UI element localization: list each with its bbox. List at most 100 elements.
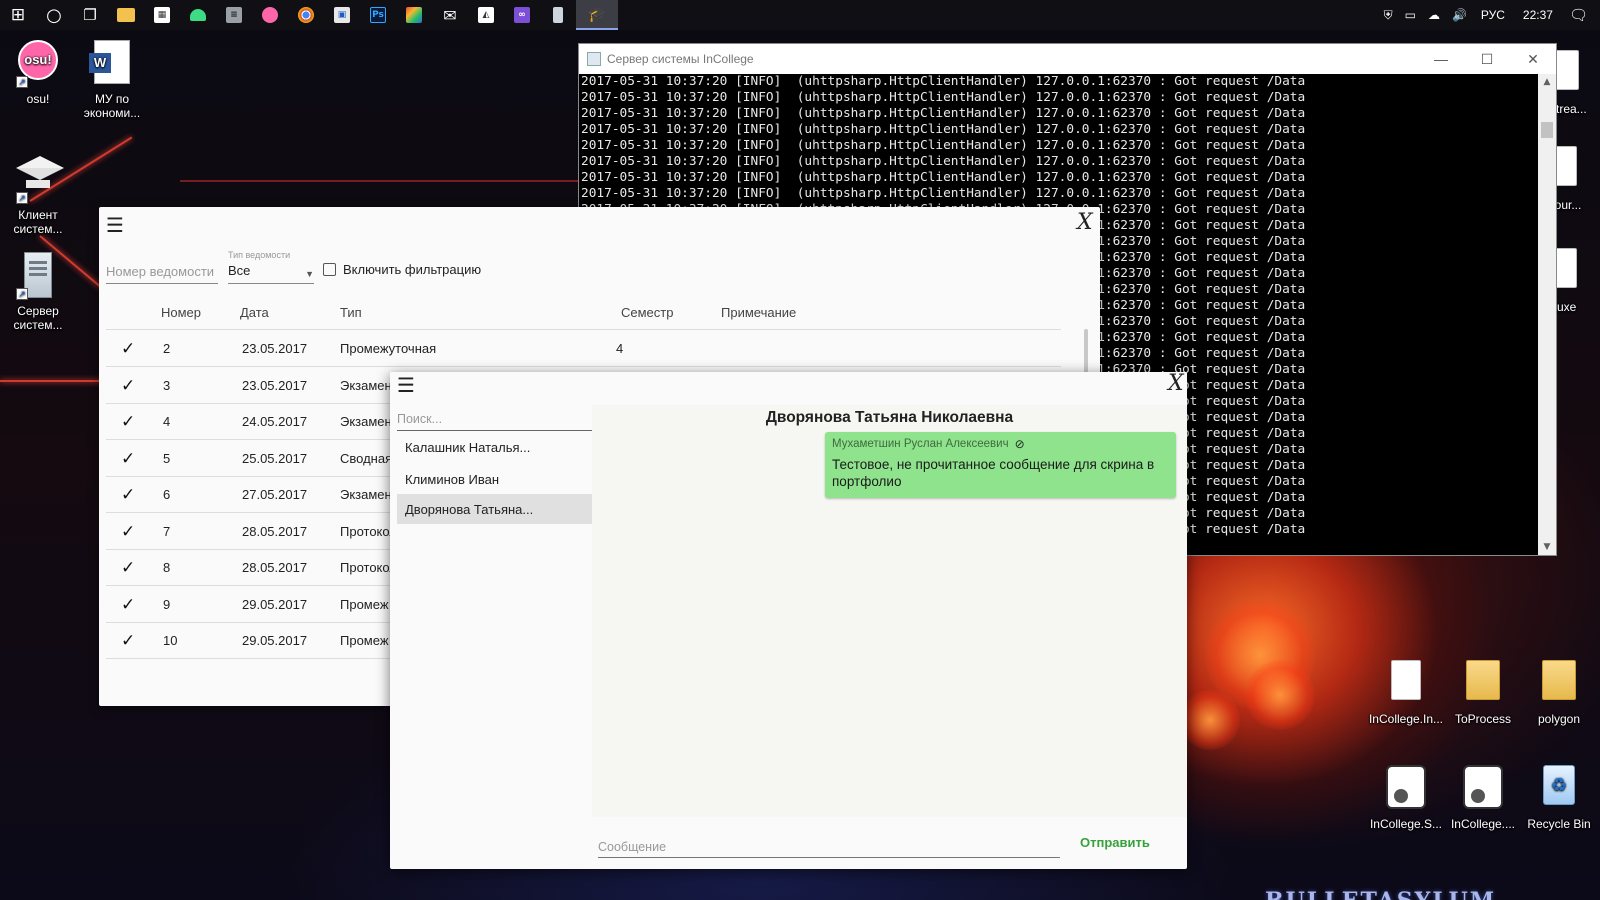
desktop-icon-incollege-server[interactable]: ↗ Сервер систем... (0, 252, 76, 332)
server-icon[interactable] (540, 0, 576, 30)
cortana-button[interactable]: ○ (36, 0, 72, 30)
statement-type-select[interactable]: Все ▼ (228, 263, 314, 284)
log-line-tail: Got request /Data (1174, 474, 1306, 489)
console-scrollbar[interactable]: ▲ ▼ (1538, 74, 1556, 555)
cell-semester: 4 (616, 341, 624, 356)
check-icon: ✓ (121, 594, 136, 615)
android-icon[interactable] (180, 0, 216, 30)
cell-type: Протокол (340, 523, 397, 539)
menu-icon[interactable]: ☰ (397, 373, 415, 397)
contact-item[interactable]: Калашник Наталья... (397, 432, 592, 462)
checkbox-box[interactable] (323, 263, 336, 276)
cell-type: Промеж (340, 596, 389, 612)
statement-number-input[interactable]: Номер ведомости (106, 258, 218, 284)
log-line: 2017-05-31 10:37:20 [INFO] (uhttpsharp.H… (581, 90, 1306, 105)
message-bubble[interactable]: Мухаметшин Руслан Алексеевич ⊘ Тестовое,… (825, 432, 1176, 498)
statement-type-value: Все (228, 263, 251, 278)
close-icon[interactable]: X (1168, 372, 1184, 396)
messages-window: ☰ X Поиск... Калашник Наталья... Климино… (390, 372, 1187, 869)
desktop-icon-incollege-server-app[interactable]: InCollege.S... (1368, 765, 1444, 831)
desktop-icon-incollege-in[interactable]: InCollege.In... (1368, 660, 1444, 726)
mail-icon[interactable]: ✉ (432, 0, 468, 30)
statements-scrollbar[interactable] (1084, 329, 1088, 373)
column-header-date[interactable]: Дата (240, 305, 269, 320)
scroll-down-icon[interactable]: ▼ (1538, 539, 1556, 555)
cell-type: Экзамен (340, 414, 392, 429)
console-app-icon (587, 52, 601, 66)
column-header-semester[interactable]: Семестр (621, 305, 673, 320)
desktop-icon-recycle-bin[interactable]: ♻ Recycle Bin (1521, 765, 1597, 831)
bg-decor-line (180, 180, 580, 182)
taskbar: ⊞ ○ ❐ ▦ ≡ ▣ Ps ✉ ◭ ∞ 🎓 ⛨ ▭ ☁ 🔊 РУС 22:37… (0, 0, 1600, 30)
visual-studio-icon[interactable]: ∞ (504, 0, 540, 30)
app-icon[interactable]: ▣ (324, 0, 360, 30)
cell-type: Промежуточная (340, 341, 437, 356)
notifications-icon[interactable]: 🗨 (1563, 6, 1600, 24)
desktop-icon-osu[interactable]: osu! ↗ osu! (0, 40, 76, 106)
bg-decor-glow (1245, 660, 1315, 730)
chat-pane: Дворянова Татьяна Николаевна Мухаметшин … (592, 405, 1187, 817)
database-icon[interactable]: ≡ (216, 0, 252, 30)
enable-filter-checkbox[interactable]: Включить фильтрацию (323, 262, 481, 277)
contacts-search-input[interactable]: Поиск... (397, 408, 592, 431)
cloud-icon[interactable]: ☁ (1422, 8, 1446, 22)
scroll-thumb[interactable] (1541, 122, 1553, 138)
bg-logo-text: BULLETASYLUM (1265, 888, 1496, 900)
shield-icon[interactable]: ⛨ (1378, 8, 1399, 23)
eye-off-icon: ⊘ (1014, 437, 1025, 451)
log-line-tail: Got request /Data (1174, 490, 1306, 505)
store-icon[interactable]: ▦ (144, 0, 180, 30)
desktop-icon-polygon[interactable]: polygon (1521, 660, 1597, 726)
photoshop-icon[interactable]: Ps (360, 0, 396, 30)
volume-icon[interactable]: 🔊 (1446, 8, 1473, 22)
close-button[interactable]: ✕ (1510, 44, 1556, 74)
close-icon[interactable]: X (1077, 210, 1093, 235)
incollege-client-icon[interactable]: 🎓 (576, 0, 618, 30)
check-icon: ✓ (121, 485, 136, 505)
cell-number: 5 (163, 450, 171, 466)
scroll-up-icon[interactable]: ▲ (1538, 74, 1556, 90)
graduation-cap-icon: ↗ (16, 156, 64, 204)
desktop-icon-incollege-client[interactable]: ↗ Клиент систем... (0, 148, 76, 236)
log-line-tail: Got request /Data (1174, 458, 1306, 473)
photos-icon[interactable]: ◭ (468, 0, 504, 30)
contact-item-selected[interactable]: Дворянова Татьяна... (397, 494, 592, 524)
language-indicator[interactable]: РУС (1473, 8, 1513, 22)
console-titlebar[interactable]: Сервер системы InCollege — ☐ ✕ (579, 44, 1556, 74)
maximize-button[interactable]: ☐ (1464, 44, 1510, 74)
cell-type: Экзамен (340, 487, 392, 502)
osu-icon: osu! ↗ (16, 40, 60, 88)
task-view-button[interactable]: ❐ (72, 0, 108, 30)
desktop-icon-toprocess[interactable]: ToProcess (1445, 660, 1521, 726)
osu-icon[interactable] (252, 0, 288, 30)
message-input[interactable]: Сообщение (598, 837, 1060, 858)
table-row[interactable]: ✓ 2 23.05.2017 Промежуточная 4 (106, 330, 1061, 367)
desktop-icon-incollege-app[interactable]: InCollege.... (1445, 765, 1521, 831)
file-explorer-icon[interactable] (108, 0, 144, 30)
desktop-icon-label: polygon (1537, 712, 1581, 726)
column-header-note[interactable]: Примечание (721, 305, 796, 320)
folder-icon (1461, 660, 1505, 708)
column-header-number[interactable]: Номер (161, 305, 201, 320)
clock[interactable]: 22:37 (1513, 8, 1563, 22)
network-icon[interactable]: ▭ (1399, 8, 1422, 22)
contact-item[interactable]: Климинов Иван (397, 464, 592, 494)
minimize-button[interactable]: — (1418, 44, 1464, 74)
app-icon (1461, 765, 1505, 813)
check-icon: ✓ (121, 375, 136, 396)
message-author: Мухаметшин Руслан Алексеевич ⊘ (832, 437, 1169, 451)
cell-type: Экзамен (340, 377, 392, 393)
paint-icon[interactable] (396, 0, 432, 30)
send-button[interactable]: Отправить (1080, 835, 1150, 850)
column-header-type[interactable]: Тип (340, 305, 362, 320)
shortcut-arrow-icon: ↗ (16, 76, 28, 88)
desktop-icon-label: ToProcess (1454, 712, 1512, 726)
cell-date: 28.05.2017 (242, 523, 308, 539)
log-line: 2017-05-31 10:37:20 [INFO] (uhttpsharp.H… (581, 122, 1306, 137)
menu-icon[interactable]: ☰ (106, 213, 124, 237)
cell-date: 23.05.2017 (242, 377, 308, 393)
desktop-icon-word-doc[interactable]: W МУ по экономи... (74, 40, 150, 120)
check-icon: ✓ (121, 521, 136, 542)
start-button[interactable]: ⊞ (0, 0, 36, 30)
chrome-icon[interactable] (288, 0, 324, 30)
